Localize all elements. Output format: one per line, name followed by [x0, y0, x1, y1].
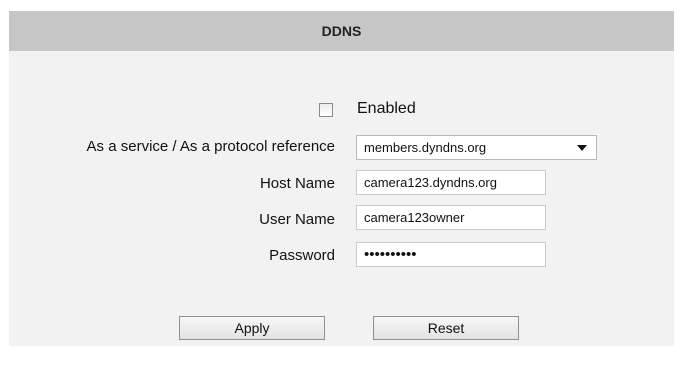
reset-button[interactable]: Reset	[373, 316, 519, 340]
service-select[interactable]: members.dyndns.org	[356, 135, 597, 160]
service-select-value: members.dyndns.org	[364, 140, 487, 155]
host-name-field[interactable]: camera123.dyndns.org	[356, 170, 546, 195]
enabled-checkbox[interactable]	[319, 103, 333, 117]
panel-title: DDNS	[9, 11, 674, 51]
password-field[interactable]: ••••••••••	[356, 242, 546, 267]
enabled-label: Enabled	[357, 100, 416, 117]
user-name-label: User Name	[259, 211, 335, 228]
service-label: As a service / As a protocol reference	[86, 138, 335, 155]
ddns-panel: DDNS Enabled As a service / As a protoco…	[9, 11, 674, 346]
host-name-label: Host Name	[259, 175, 335, 192]
chevron-down-icon	[577, 145, 587, 151]
user-name-field[interactable]: camera123owner	[356, 205, 546, 230]
password-label: Password	[269, 247, 335, 264]
apply-button[interactable]: Apply	[179, 316, 325, 340]
